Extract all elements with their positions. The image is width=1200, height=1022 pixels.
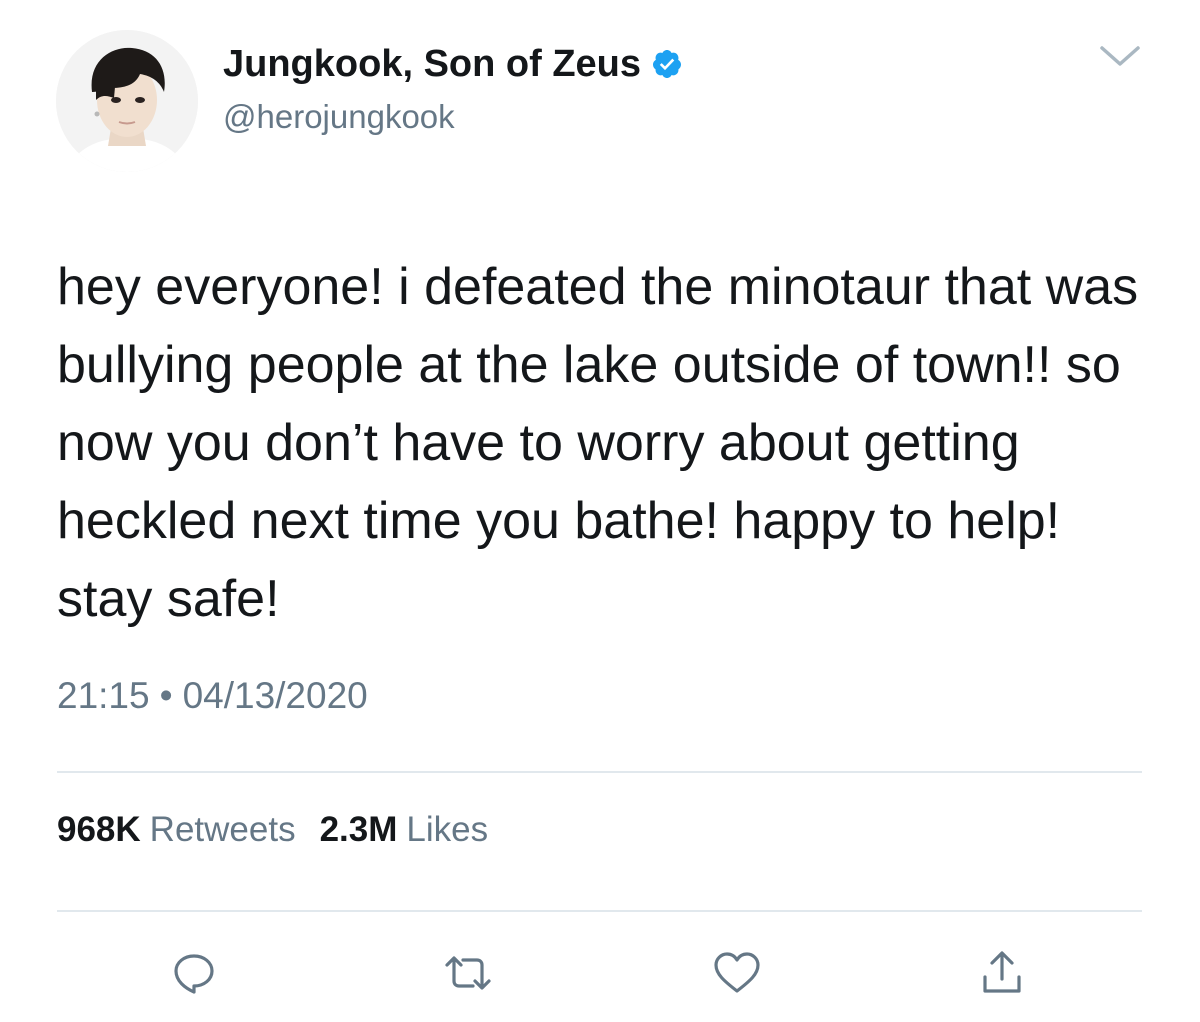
- like-button[interactable]: [709, 945, 765, 1001]
- retweets-label[interactable]: Retweets: [150, 810, 296, 850]
- timestamp-separator: •: [159, 675, 173, 716]
- reply-icon: [174, 954, 214, 994]
- tweet-card: Jungkook, Son of Zeus @herojungkook hey …: [0, 0, 1200, 1022]
- share-icon: [983, 951, 1021, 993]
- divider: [57, 771, 1142, 773]
- reply-button[interactable]: [166, 945, 222, 1001]
- heart-icon: [714, 952, 760, 993]
- display-name[interactable]: Jungkook, Son of Zeus: [223, 43, 641, 86]
- likes-label[interactable]: Likes: [406, 810, 488, 850]
- tweet-text: hey everyone! i defeated the minotaur th…: [57, 258, 1139, 628]
- divider: [57, 910, 1142, 912]
- retweets-count[interactable]: 968K: [57, 810, 141, 850]
- retweet-icon: [445, 956, 491, 990]
- user-handle[interactable]: @herojungkook: [223, 98, 455, 136]
- verified-badge-icon: [651, 48, 683, 80]
- tweet-time: 21:15: [57, 675, 150, 716]
- avatar[interactable]: [56, 30, 198, 172]
- share-button[interactable]: [974, 945, 1030, 1001]
- chevron-down-icon[interactable]: [1096, 38, 1144, 74]
- avatar-image: [56, 30, 198, 172]
- retweet-button[interactable]: [440, 945, 496, 1001]
- tweet-stats: 968K Retweets 2.3M Likes: [57, 810, 512, 850]
- tweet-date: 04/13/2020: [182, 675, 368, 716]
- likes-count[interactable]: 2.3M: [320, 810, 398, 850]
- tweet-timestamp[interactable]: 21:15 • 04/13/2020: [57, 675, 368, 717]
- name-row: Jungkook, Son of Zeus: [223, 40, 683, 88]
